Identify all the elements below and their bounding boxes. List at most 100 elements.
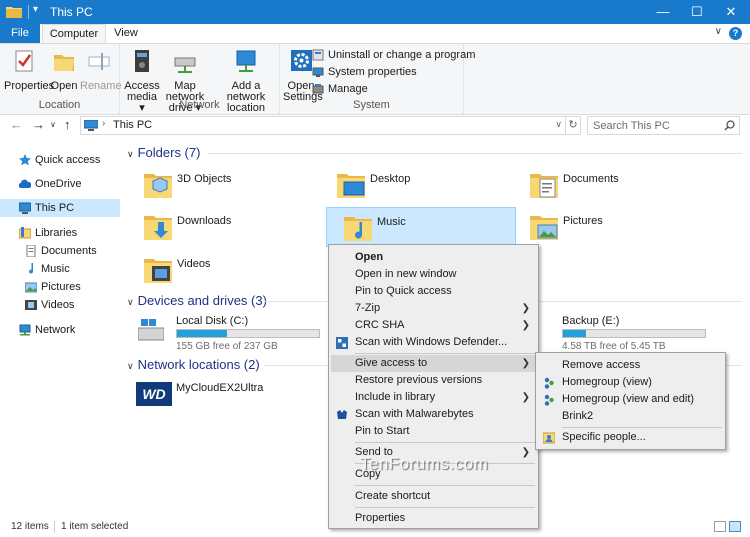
nav-libraries[interactable]: Libraries (19, 224, 119, 242)
give-access-submenu: Remove access Homegroup (view) Homegroup… (535, 352, 726, 450)
large-icons-view-icon[interactable] (729, 521, 741, 532)
menu-item-scan-defender[interactable]: Scan with Windows Defender... (331, 334, 536, 351)
system-group: Open Settings Uninstall or change a prog… (280, 44, 475, 114)
folder-pictures[interactable]: Pictures (513, 207, 703, 247)
cloud-icon (19, 179, 31, 188)
menu-separator (562, 427, 722, 428)
chevron-down-icon[interactable]: ∨ (555, 119, 562, 130)
nav-music[interactable]: Music (25, 260, 120, 278)
network-location-icon (236, 50, 256, 72)
menu-item-pin-quick-access[interactable]: Pin to Quick access (331, 283, 536, 300)
tab-file[interactable]: File (0, 24, 40, 43)
open-button[interactable]: Open (48, 47, 80, 92)
rename-button[interactable]: Rename (80, 47, 122, 92)
chevron-down-icon[interactable]: ∨ (715, 26, 722, 37)
submenu-item-brink2[interactable]: Brink2 (538, 408, 723, 425)
close-button[interactable]: ✕ (714, 0, 748, 24)
network-icon (19, 324, 31, 336)
manage-button[interactable]: Manage (312, 81, 368, 97)
chevron-right-icon: ❯ (521, 447, 530, 458)
drive-e[interactable]: Backup (E:) 4.58 TB free of 5.45 TB (510, 314, 710, 352)
refresh-button[interactable]: ↻ (566, 116, 581, 135)
folder-desktop[interactable]: Desktop (320, 165, 510, 205)
system-properties-button[interactable]: System properties (312, 64, 417, 80)
uninstall-program-button[interactable]: Uninstall or change a program (312, 47, 475, 63)
menu-item-restore-versions[interactable]: Restore previous versions (331, 372, 536, 389)
nav-documents[interactable]: Documents (25, 242, 120, 260)
folder-icon (6, 7, 22, 18)
menu-item-crc-sha[interactable]: CRC SHA ❯ (331, 317, 536, 334)
group-header-folders[interactable]: ∨ Folders (7) (127, 145, 742, 161)
folder-documents[interactable]: Documents (513, 165, 703, 205)
system-group-label: System (353, 99, 390, 111)
context-menu: Open Open in new window Pin to Quick acc… (328, 244, 539, 529)
up-button[interactable]: ↑ (64, 117, 71, 132)
network-location-mycloud[interactable]: WD MyCloudEX2Ultra (124, 378, 324, 414)
folder-videos[interactable]: Videos (127, 250, 317, 290)
menu-item-give-access[interactable]: Give access to ❯ (331, 355, 536, 372)
manage-icon (312, 84, 324, 94)
nav-pictures[interactable]: Pictures (25, 278, 120, 296)
title-separator (28, 5, 29, 19)
search-icon (724, 120, 735, 131)
properties-button[interactable]: Properties (4, 47, 54, 92)
libraries-icon (19, 227, 31, 239)
forward-button[interactable]: → (32, 117, 45, 132)
media-server-icon (135, 50, 149, 72)
watermark: TenForums.com (360, 454, 489, 473)
submenu-item-remove-access[interactable]: Remove access (538, 357, 723, 374)
recent-locations-dropdown[interactable]: ∨ (50, 120, 56, 129)
menu-separator (355, 442, 535, 443)
breadcrumb[interactable]: This PC (113, 119, 152, 131)
search-input[interactable]: Search This PC (587, 116, 740, 135)
nav-videos[interactable]: Videos (25, 296, 120, 314)
view-switcher (714, 521, 744, 535)
minimize-button[interactable]: — (646, 0, 680, 24)
star-icon (19, 154, 31, 166)
group-divider (207, 153, 742, 154)
drive-c[interactable]: Local Disk (C:) 155 GB free of 237 GB (124, 314, 324, 352)
folder-3d-objects[interactable]: 3D Objects (127, 165, 317, 205)
menu-item-scan-malwarebytes[interactable]: Scan with Malwarebytes (331, 406, 536, 423)
menu-item-open-new-window[interactable]: Open in new window (331, 266, 536, 283)
submenu-item-homegroup-view[interactable]: Homegroup (view) (538, 374, 723, 391)
selection-count: 1 item selected (61, 521, 129, 532)
nav-quick-access[interactable]: Quick access (19, 151, 119, 169)
menu-item-open[interactable]: Open (331, 249, 536, 266)
breadcrumb-separator-icon[interactable]: › (102, 118, 105, 129)
folder-music[interactable]: Music (326, 207, 516, 247)
navigation-pane: Quick access OneDrive This PC Libraries … (0, 140, 122, 517)
network-group-label: Network (179, 99, 220, 111)
menu-item-include-library[interactable]: Include in library ❯ (331, 389, 536, 406)
submenu-item-homegroup-edit[interactable]: Homegroup (view and edit) (538, 391, 723, 408)
nav-onedrive[interactable]: OneDrive (19, 175, 119, 193)
chevron-right-icon: ❯ (521, 303, 530, 314)
back-button[interactable]: ← (10, 117, 23, 132)
chevron-right-icon: ❯ (521, 358, 530, 369)
help-icon[interactable]: ? (729, 27, 742, 40)
menu-item-7zip[interactable]: 7-Zip ❯ (331, 300, 536, 317)
submenu-item-specific-people[interactable]: Specific people... (538, 429, 723, 446)
quick-access-toolbar-dropdown[interactable]: ▾ (33, 4, 38, 15)
nav-network[interactable]: Network (19, 321, 119, 339)
address-field[interactable]: › This PC ∨ (80, 116, 566, 135)
chevron-down-icon: ∨ (127, 297, 134, 307)
window-title: This PC (50, 5, 93, 19)
menu-separator (355, 353, 535, 354)
menu-item-create-shortcut[interactable]: Create shortcut (331, 488, 536, 505)
wd-logo-icon: WD (136, 382, 172, 406)
chevron-right-icon: ❯ (521, 320, 530, 331)
computer-icon (19, 202, 31, 214)
status-divider (54, 521, 55, 533)
people-icon (543, 432, 555, 444)
menu-item-properties[interactable]: Properties (331, 510, 536, 527)
tab-computer[interactable]: Computer (42, 24, 106, 43)
details-view-icon[interactable] (714, 521, 726, 532)
homegroup-icon (544, 377, 554, 389)
menu-item-pin-start[interactable]: Pin to Start (331, 423, 536, 440)
folder-downloads[interactable]: Downloads (127, 207, 317, 247)
nav-this-pc[interactable]: This PC (0, 199, 120, 217)
tab-view[interactable]: View (108, 24, 144, 43)
maximize-button[interactable]: ☐ (680, 0, 714, 24)
videos-icon (25, 300, 37, 310)
